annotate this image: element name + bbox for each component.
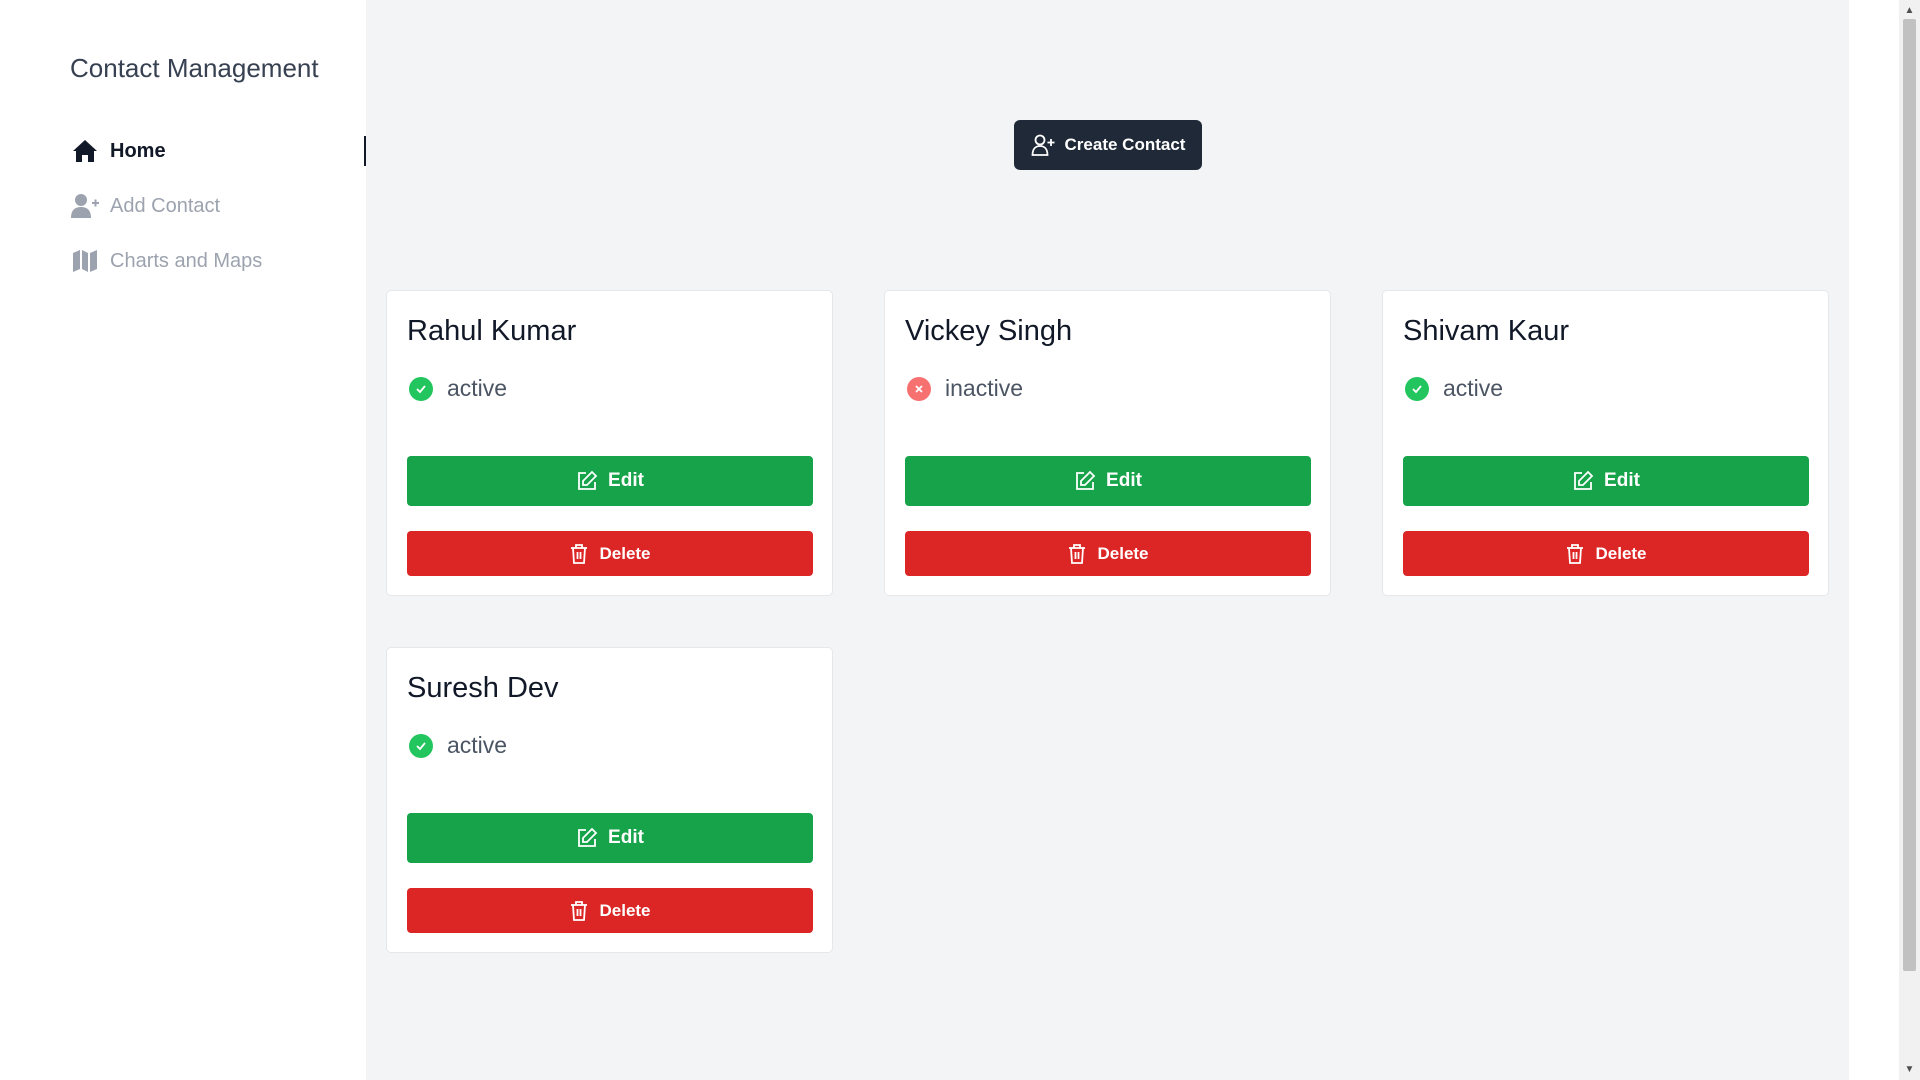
status-text: inactive (945, 375, 1023, 401)
home-icon (70, 136, 100, 166)
sidebar-item-label: Home (110, 139, 166, 162)
contact-name: Suresh Dev (407, 672, 559, 704)
edit-icon (1074, 470, 1096, 492)
user-plus-icon (70, 191, 100, 221)
sidebar-item-label: Add Contact (110, 194, 221, 217)
main-content: Create Contact Rahul Kumar active Edit D… (366, 0, 1849, 1080)
delete-button[interactable]: Delete (407, 531, 813, 576)
edit-label: Edit (608, 827, 644, 848)
edit-button[interactable]: Edit (407, 813, 813, 863)
create-contact-button[interactable]: Create Contact (1014, 120, 1202, 170)
contact-name: Shivam Kaur (1403, 315, 1570, 347)
trash-icon (1565, 543, 1585, 565)
contact-status: active (409, 375, 507, 402)
contact-status: active (1405, 375, 1503, 402)
user-plus-icon (1031, 133, 1055, 157)
check-circle-icon (409, 733, 433, 758)
app-title: Contact Management (70, 53, 319, 83)
vertical-scrollbar[interactable]: ▲ ▼ (1899, 0, 1920, 1080)
scrollbar-thumb[interactable] (1903, 19, 1916, 971)
delete-label: Delete (599, 543, 651, 563)
sidebar-item-add-contact[interactable]: Add Contact (70, 189, 366, 223)
contact-card: Suresh Dev active Edit Delete (386, 647, 833, 953)
delete-label: Delete (1595, 543, 1647, 563)
create-contact-label: Create Contact (1064, 135, 1186, 154)
app: Contact Management Home Add Contact Char (0, 0, 1920, 1080)
trash-icon (1067, 543, 1087, 565)
map-icon (70, 246, 100, 276)
scroll-up-arrow-icon[interactable]: ▲ (1899, 2, 1920, 19)
edit-label: Edit (1106, 470, 1142, 491)
contact-card: Rahul Kumar active Edit Delete (386, 290, 833, 596)
status-text: active (447, 375, 508, 401)
edit-icon (1572, 470, 1594, 492)
contact-name: Vickey Singh (905, 315, 1073, 347)
check-circle-icon (409, 376, 433, 401)
edit-label: Edit (608, 470, 644, 491)
edit-button[interactable]: Edit (407, 456, 813, 506)
contact-status: inactive (907, 375, 1023, 402)
trash-icon (569, 900, 589, 922)
check-circle-icon (1405, 376, 1429, 401)
scroll-down-arrow-icon[interactable]: ▼ (1899, 1061, 1920, 1078)
contact-name: Rahul Kumar (407, 315, 577, 347)
edit-icon (576, 827, 598, 849)
contact-card: Shivam Kaur active Edit Delete (1382, 290, 1829, 596)
edit-label: Edit (1604, 470, 1640, 491)
sidebar: Contact Management Home Add Contact Char (0, 0, 366, 1080)
delete-button[interactable]: Delete (407, 888, 813, 933)
trash-icon (569, 543, 589, 565)
sidebar-nav: Home Add Contact Charts and Maps (70, 134, 366, 299)
status-text: active (1443, 375, 1504, 401)
contact-status: active (409, 732, 507, 759)
sidebar-item-charts-and-maps[interactable]: Charts and Maps (70, 244, 366, 278)
x-circle-icon (907, 376, 931, 401)
edit-button[interactable]: Edit (1403, 456, 1809, 506)
sidebar-item-home[interactable]: Home (70, 134, 366, 168)
delete-label: Delete (1097, 543, 1149, 563)
sidebar-item-label: Charts and Maps (110, 249, 263, 272)
edit-icon (576, 470, 598, 492)
contact-card: Vickey Singh inactive Edit Delete (884, 290, 1331, 596)
status-text: active (447, 732, 508, 758)
delete-label: Delete (599, 900, 651, 920)
edit-button[interactable]: Edit (905, 456, 1311, 506)
delete-button[interactable]: Delete (905, 531, 1311, 576)
delete-button[interactable]: Delete (1403, 531, 1809, 576)
